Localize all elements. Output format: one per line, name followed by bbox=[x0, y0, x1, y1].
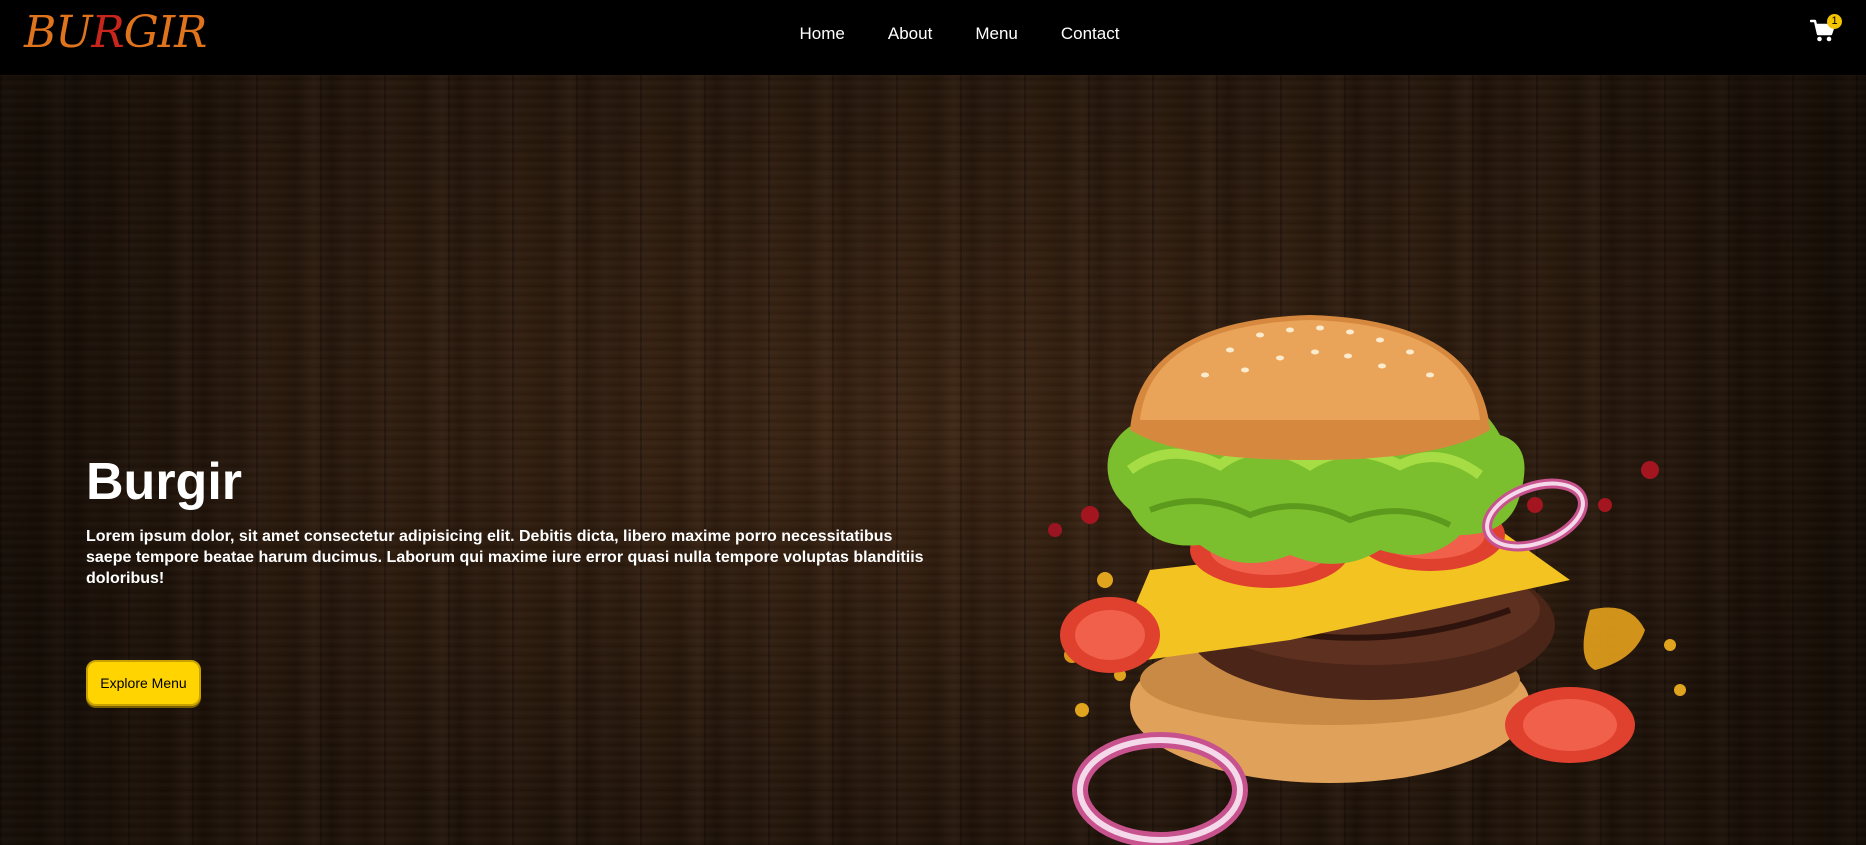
hero-title: Burgir bbox=[86, 453, 242, 511]
cart-count-badge: 1 bbox=[1827, 14, 1842, 29]
nav-home-link[interactable]: Home bbox=[800, 24, 845, 44]
nav-contact-link[interactable]: Contact bbox=[1061, 24, 1120, 44]
main-nav: Home About Menu Contact bbox=[0, 0, 1866, 67]
navbar: B U R G I R Home About Menu Contact 1 bbox=[0, 0, 1866, 75]
cart-button[interactable]: 1 bbox=[1809, 14, 1842, 44]
explore-menu-button[interactable]: Explore Menu bbox=[86, 660, 201, 706]
hero-description: Lorem ipsum dolor, sit amet consectetur … bbox=[86, 528, 924, 587]
nav-about-link[interactable]: About bbox=[888, 24, 932, 44]
hero-section: Burgir Lorem ipsum dolor, sit amet conse… bbox=[0, 75, 1866, 845]
nav-menu-link[interactable]: Menu bbox=[975, 24, 1018, 44]
burger-image bbox=[1048, 315, 1686, 845]
